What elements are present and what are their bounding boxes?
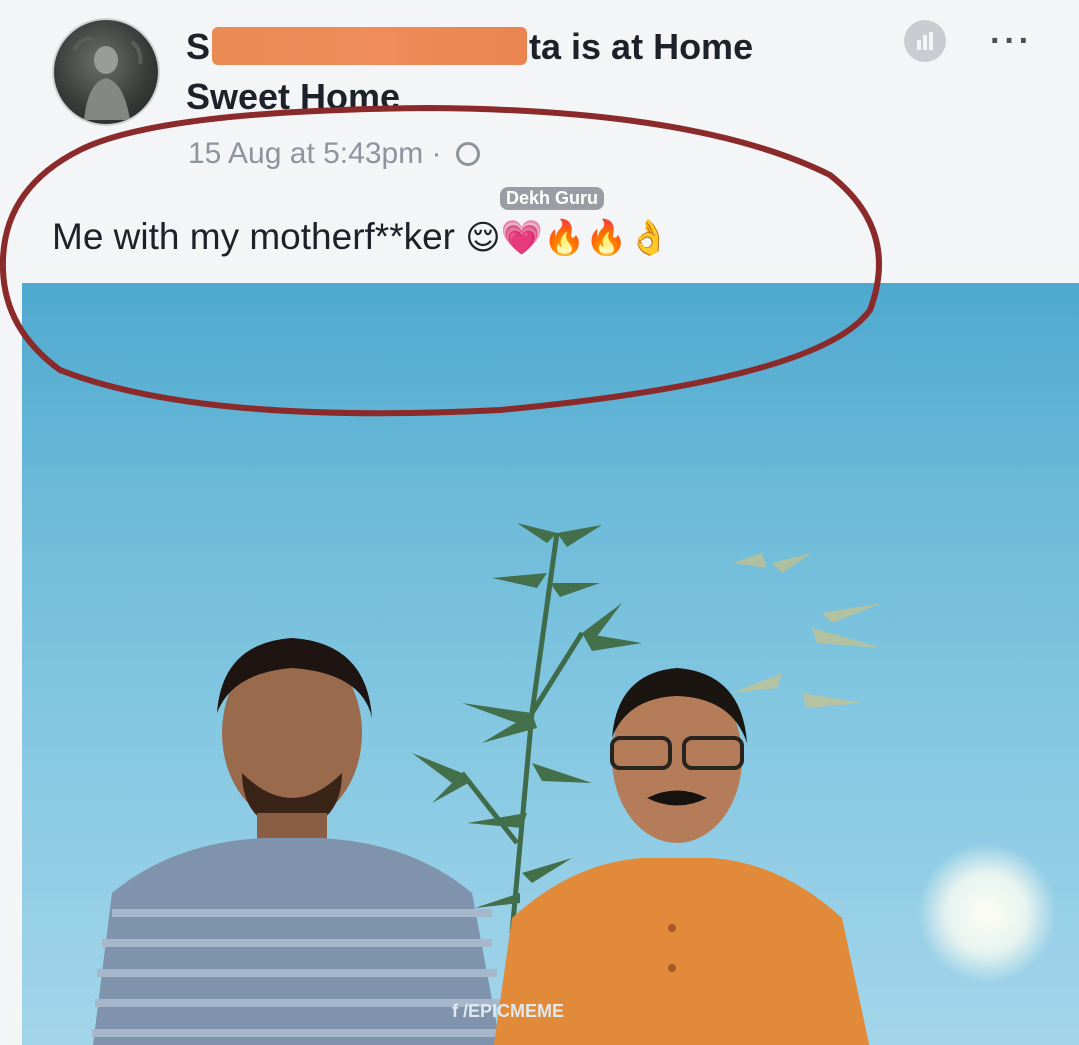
author-location-text[interactable]: ta is at Home: [529, 26, 753, 67]
post-header: Sta is at Home Sweet Home: [186, 22, 826, 122]
friends-icon[interactable]: [904, 20, 946, 62]
post-meta: 15 Aug at 5:43pm ·: [188, 134, 480, 174]
caption-text: Me with my motherf**ker: [52, 216, 455, 257]
caption-emojis: 😌💗🔥🔥👌: [465, 218, 671, 258]
audience-glyph: [917, 32, 933, 50]
person-right: [493, 668, 870, 1045]
background-sun: [917, 843, 1057, 983]
avatar-image: [72, 37, 143, 120]
post-caption: Me with my motherf**ker 😌💗🔥🔥👌: [52, 211, 670, 264]
more-options-button[interactable]: ···: [990, 24, 1033, 58]
post-photo[interactable]: f /EPICMEME: [22, 283, 1079, 1045]
person-left: [92, 638, 502, 1045]
watermark-top: Dekh Guru: [500, 187, 605, 210]
post-timestamp[interactable]: 15 Aug at 5:43pm: [188, 137, 423, 170]
profile-avatar[interactable]: [52, 18, 160, 126]
watermark-bottom: f /EPICMEME: [452, 1001, 565, 1021]
redacted-name-block: [212, 27, 528, 65]
meta-separator: ·: [431, 137, 442, 170]
author-name-start[interactable]: S: [186, 26, 210, 67]
facebook-post: Sta is at Home Sweet Home 15 Aug at 5:43…: [0, 0, 1079, 1045]
globe-icon: [455, 142, 480, 166]
location-name[interactable]: Sweet Home: [186, 76, 400, 117]
